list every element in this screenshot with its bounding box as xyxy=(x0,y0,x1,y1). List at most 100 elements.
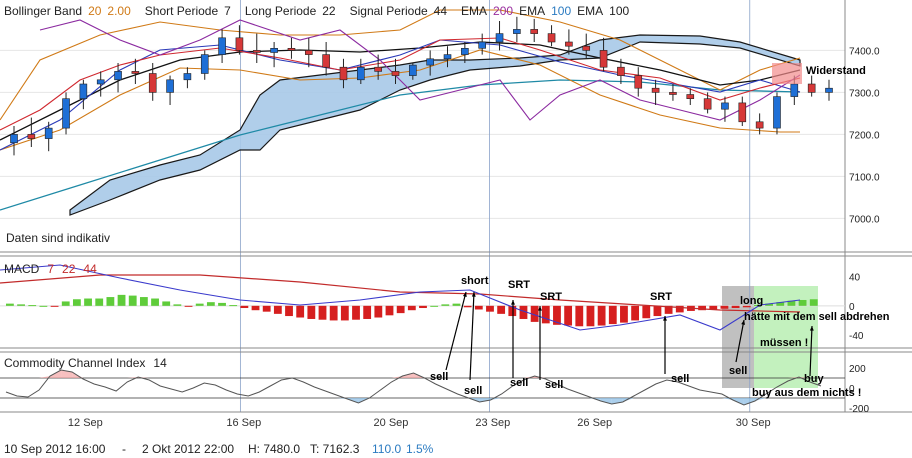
macd-bar xyxy=(307,305,316,319)
price-tick-label: 7000.0 xyxy=(849,214,880,225)
macd-bar xyxy=(441,304,450,306)
candle-body xyxy=(304,50,313,55)
candle-body xyxy=(409,64,417,76)
macd-bar xyxy=(61,301,70,306)
macd-bar xyxy=(363,305,372,319)
macd-tick-label: -40 xyxy=(849,331,864,342)
candle-body xyxy=(322,54,330,68)
candle-body xyxy=(721,102,729,110)
macd-bar xyxy=(374,305,383,318)
macd-bar xyxy=(809,299,818,306)
date-label: 23 Sep xyxy=(475,417,510,429)
price-tick-label: 7100.0 xyxy=(849,172,880,183)
candle-body xyxy=(790,83,799,97)
macd-bar xyxy=(642,305,651,319)
macd-bar xyxy=(184,305,193,307)
macd-bar xyxy=(564,305,573,326)
candle-body xyxy=(651,87,660,93)
macd-bar xyxy=(229,305,238,307)
macd-bar xyxy=(430,305,439,307)
price-tick-label: 7300.0 xyxy=(849,88,880,99)
cci-tick-label: -200 xyxy=(849,404,869,415)
candle-body xyxy=(252,50,261,53)
macd-panel-bg xyxy=(0,256,845,348)
annotation-label: short xyxy=(461,275,489,287)
candle-body xyxy=(443,54,452,60)
macd-tick-label: 40 xyxy=(849,273,861,284)
date-label: 20 Sep xyxy=(374,417,409,429)
macd-bar xyxy=(653,305,662,317)
date-label: 30 Sep xyxy=(736,417,771,429)
candle-body xyxy=(10,134,18,144)
main-panel-bg xyxy=(0,0,845,252)
date-label: 12 Sep xyxy=(68,417,103,429)
candle-body xyxy=(62,98,70,129)
candle-body xyxy=(478,41,486,49)
macd-bar xyxy=(631,305,640,321)
candle-body xyxy=(357,66,365,81)
macd-title: MACD 7 22 44 xyxy=(4,262,97,276)
macd-bar xyxy=(95,298,104,306)
macd-bar xyxy=(731,305,740,309)
date-label: 16 Sep xyxy=(226,417,261,429)
candle-body xyxy=(773,96,781,129)
annotation-label: buy aus dem nichts ! xyxy=(752,387,861,399)
annotation-label: long xyxy=(740,295,763,307)
annotation-label: sell xyxy=(510,377,528,389)
macd-bar xyxy=(50,305,59,307)
macd-bar xyxy=(162,301,171,306)
macd-bar xyxy=(318,305,327,320)
range-sep: - xyxy=(122,442,126,456)
macd-bar xyxy=(620,305,628,323)
candle-body xyxy=(461,47,469,55)
macd-bar xyxy=(106,297,115,306)
header-item: 200 xyxy=(493,4,513,18)
candle-body xyxy=(686,94,695,99)
macd-bar xyxy=(251,305,260,311)
annotation-label: müssen ! xyxy=(760,337,808,349)
change-value: 110.0 xyxy=(372,442,402,456)
header-item: 20 xyxy=(88,4,102,18)
candle-body xyxy=(270,47,278,53)
widerstand-label: Widerstand xyxy=(806,65,866,77)
macd-bar xyxy=(195,303,204,306)
high-value: H: 7480.0 xyxy=(248,442,301,456)
macd-bar xyxy=(720,305,729,309)
candle-body xyxy=(200,54,209,74)
candle-body xyxy=(287,47,296,51)
annotation-label: SRT xyxy=(508,279,530,291)
macd-bar xyxy=(541,305,550,324)
annotation-label: SRT xyxy=(650,291,672,303)
header-item: 44 xyxy=(434,4,448,18)
data-note: Daten sind indikativ xyxy=(6,231,110,245)
macd-bar xyxy=(6,303,14,306)
candle-body xyxy=(374,66,382,72)
candle-body xyxy=(738,102,747,123)
macd-bar xyxy=(139,297,148,306)
annotation-label: sell xyxy=(729,365,747,377)
candle-body xyxy=(755,121,764,129)
macd-bar xyxy=(419,305,427,309)
header-item: 7 xyxy=(224,4,231,18)
candle-body xyxy=(634,75,643,89)
macd-bar xyxy=(463,305,472,308)
macd-bar xyxy=(262,305,271,312)
header-item: EMA xyxy=(519,4,545,18)
macd-bar xyxy=(586,305,595,327)
header-item: 2.00 xyxy=(107,4,131,18)
macd-bar xyxy=(296,305,305,318)
macd-bar xyxy=(128,295,137,306)
resistance-zone xyxy=(772,63,802,84)
candle-body xyxy=(565,41,573,47)
price-tick-label: 7200.0 xyxy=(849,130,880,141)
macd-bar xyxy=(28,305,37,307)
last-value: T: 7162.3 xyxy=(310,442,360,456)
trading-chart: 7000.07100.07200.07300.07400.0400-402000… xyxy=(0,0,912,429)
header-item: Signal Periode xyxy=(350,4,428,18)
macd-bar xyxy=(206,302,215,306)
macd-bar xyxy=(798,299,807,306)
cci-title: Commodity Channel Index 14 xyxy=(4,356,167,370)
annotation-label: SRT xyxy=(540,291,562,303)
candle-body xyxy=(582,45,591,51)
header-item: Long Periode xyxy=(245,4,317,18)
